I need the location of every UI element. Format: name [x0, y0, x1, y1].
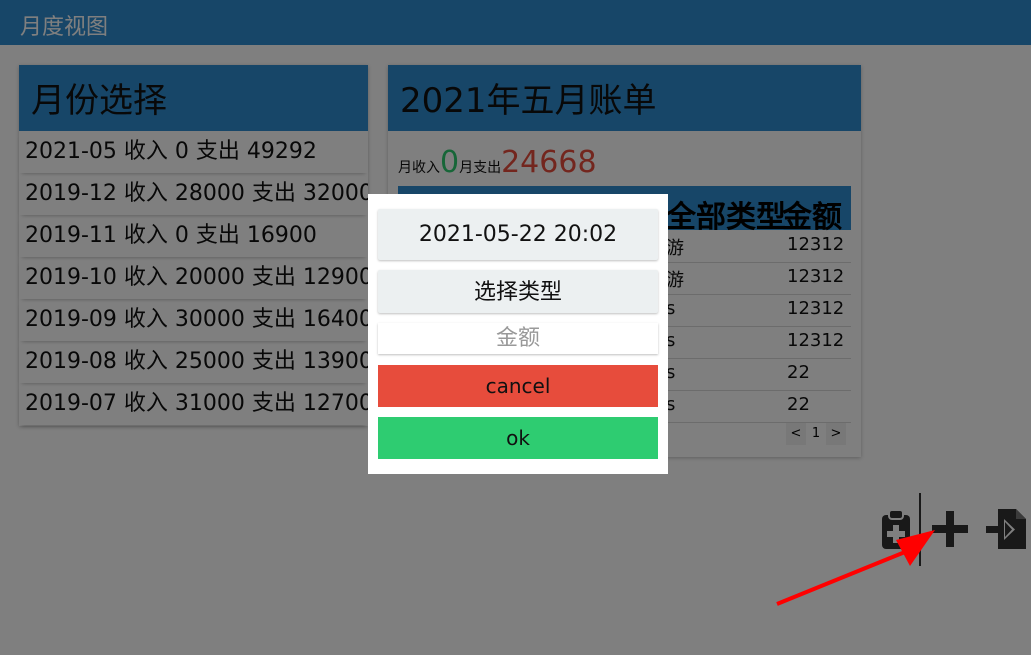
- annotation-arrow: [776, 530, 935, 606]
